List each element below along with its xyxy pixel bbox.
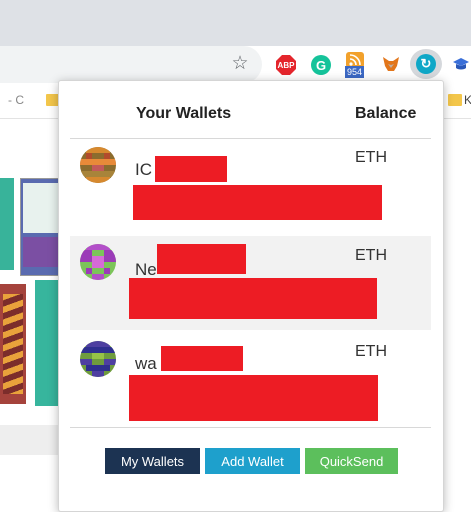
- wallet-extension-button[interactable]: ↻: [410, 49, 442, 79]
- wallet-name: Ne: [135, 260, 157, 279]
- background-thumbnail: [0, 178, 14, 270]
- wallet-row[interactable]: IC ETH: [70, 139, 431, 231]
- add-wallet-button[interactable]: Add Wallet: [205, 448, 300, 474]
- bookmark-fragment-right[interactable]: K: [464, 93, 471, 107]
- my-wallets-button[interactable]: My Wallets: [105, 448, 200, 474]
- bookmark-fragment-left[interactable]: - C: [8, 93, 24, 107]
- grammarly-icon[interactable]: G: [311, 55, 331, 75]
- star-icon[interactable]: ☆: [230, 54, 250, 74]
- adblock-plus-icon[interactable]: ABP: [276, 55, 296, 75]
- redacted-wallet-balance: [129, 375, 378, 421]
- wallet-row[interactable]: Ne ETH: [70, 236, 431, 330]
- wallet-extension-icon: ↻: [416, 54, 436, 74]
- redacted-wallet-name: [155, 156, 227, 182]
- quicksend-button[interactable]: QuickSend: [305, 448, 398, 474]
- rss-unread-badge: 954: [345, 66, 365, 78]
- redacted-wallet-balance: [133, 185, 382, 220]
- wallet-name: wa: [135, 354, 157, 373]
- header-your-wallets: Your Wallets: [136, 105, 232, 122]
- browser-tab-strip: [0, 0, 471, 46]
- wallet-row[interactable]: wa ETH: [70, 333, 431, 433]
- wallet-avatar-icon: [80, 244, 116, 280]
- wallet-avatar-icon: [80, 341, 116, 377]
- bookmark-folder-icon[interactable]: [448, 94, 462, 106]
- background-page-bar: [0, 425, 60, 455]
- wallet-currency: ETH: [355, 247, 387, 264]
- wallet-avatar-icon: [80, 147, 116, 183]
- background-thumbnail: [0, 284, 26, 404]
- redacted-wallet-balance: [129, 278, 377, 319]
- background-thumbnail: [20, 178, 62, 276]
- redacted-wallet-name: [161, 346, 243, 371]
- wallet-popup: Your Wallets Balance IC ETH Ne ETH wa ET…: [58, 80, 444, 512]
- wallet-currency: ETH: [355, 149, 387, 166]
- header-balance: Balance: [355, 105, 417, 122]
- footer-divider: [70, 427, 431, 428]
- metamask-fox-icon[interactable]: [382, 55, 400, 73]
- graduation-cap-icon[interactable]: [452, 55, 470, 73]
- background-thumbnail: [35, 280, 60, 406]
- redacted-wallet-name: [157, 244, 246, 274]
- address-bar[interactable]: [0, 46, 262, 83]
- wallet-currency: ETH: [355, 343, 387, 360]
- wallet-name: IC: [135, 160, 152, 179]
